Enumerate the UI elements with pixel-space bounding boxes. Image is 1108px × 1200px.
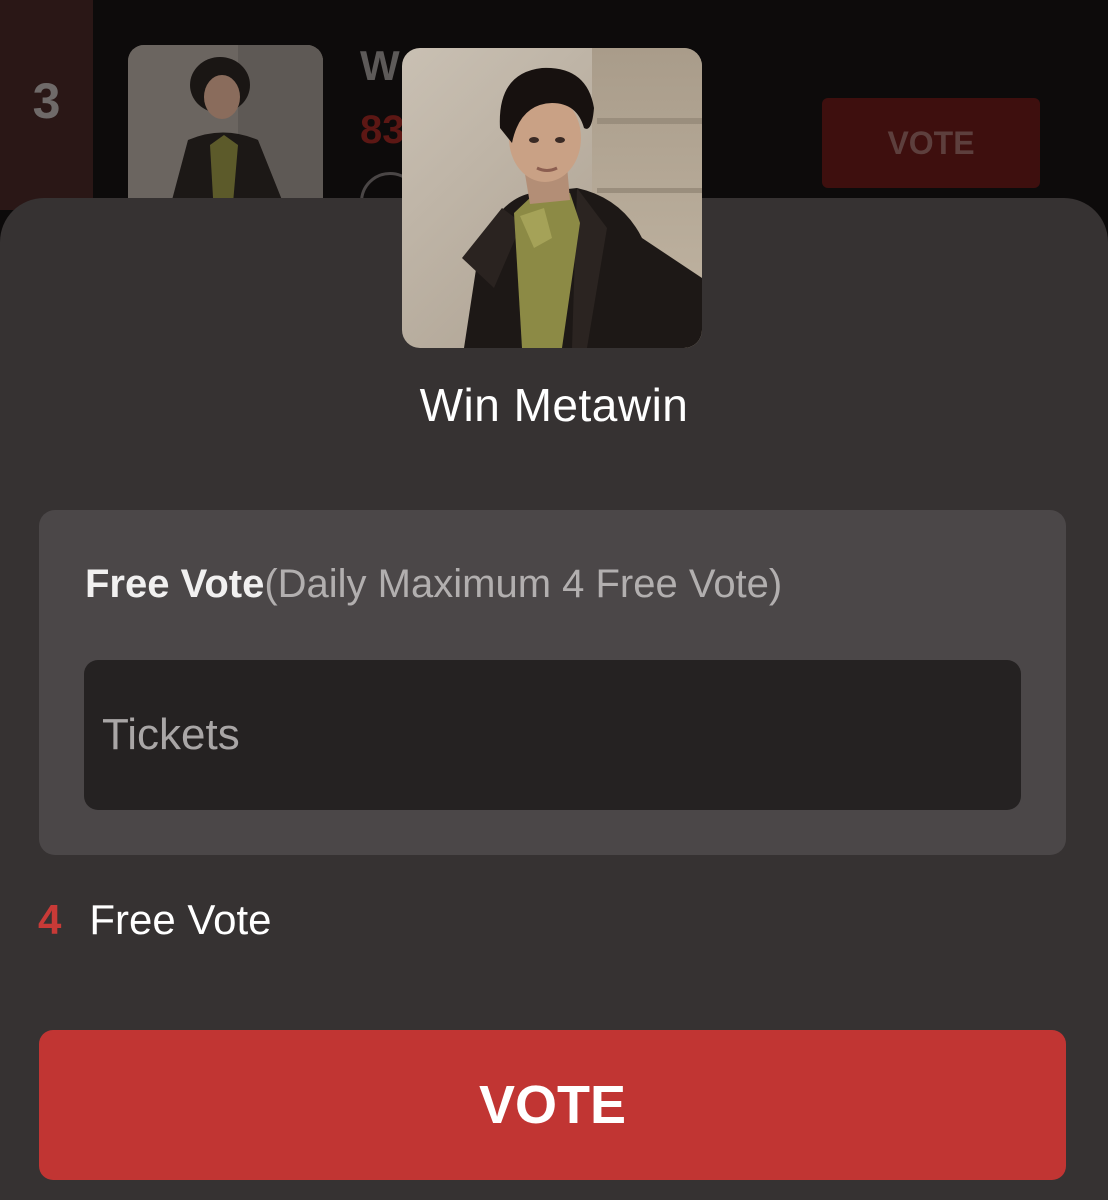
- free-vote-count-row: 4 Free Vote: [38, 896, 271, 944]
- ranking-artist-name: W: [360, 42, 400, 89]
- rank-number: 3: [32, 73, 61, 129]
- artist-photo: [402, 48, 702, 348]
- vote-button[interactable]: VOTE: [39, 1030, 1066, 1180]
- vote-screen: 3 W 83 VOTE Win Metawin Free Vote(Daily …: [0, 0, 1108, 1200]
- free-vote-count: 4: [38, 896, 62, 943]
- free-vote-count-label: Free Vote: [89, 896, 272, 943]
- free-vote-title: Free Vote: [85, 562, 265, 606]
- free-vote-limit-note: (Daily Maximum 4 Free Vote): [264, 562, 783, 606]
- tickets-input[interactable]: [84, 660, 1021, 810]
- ranking-artist-thumbnail: [128, 45, 323, 215]
- rank-number-cell: 3: [0, 0, 93, 210]
- vote-bottom-sheet: Win Metawin Free Vote(Daily Maximum 4 Fr…: [0, 198, 1108, 1200]
- free-vote-heading: Free Vote(Daily Maximum 4 Free Vote): [85, 562, 782, 607]
- artist-name: Win Metawin: [419, 379, 689, 431]
- ranking-vote-button[interactable]: VOTE: [822, 98, 1040, 188]
- free-vote-card: Free Vote(Daily Maximum 4 Free Vote): [39, 510, 1066, 855]
- ranking-vote-count: 83: [360, 108, 405, 152]
